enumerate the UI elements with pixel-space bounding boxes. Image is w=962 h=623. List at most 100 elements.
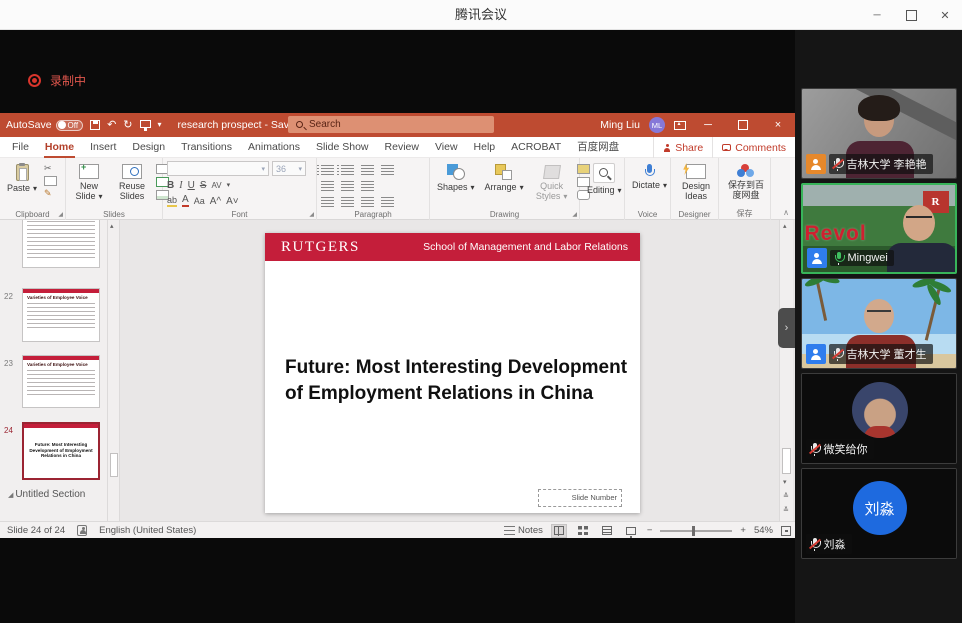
account-name[interactable]: Ming Liu bbox=[600, 119, 640, 131]
section-header[interactable]: Untitled Section bbox=[8, 489, 85, 500]
change-case-button[interactable]: Aa bbox=[194, 196, 205, 206]
underline-button[interactable]: U bbox=[188, 180, 195, 191]
start-slideshow-icon[interactable] bbox=[140, 120, 151, 128]
thumbnail-slide-21[interactable] bbox=[22, 220, 100, 268]
bullets-icon[interactable] bbox=[321, 165, 334, 175]
baidu-save-button[interactable]: 保存到百度网盘 bbox=[723, 161, 769, 208]
participant-tile[interactable]: 吉林大学 李艳艳 bbox=[801, 88, 957, 179]
search-input[interactable]: Search bbox=[288, 116, 494, 133]
ppt-restore-button[interactable] bbox=[730, 113, 756, 137]
indent-more-icon[interactable] bbox=[361, 165, 374, 175]
font-color-button[interactable]: A bbox=[182, 195, 189, 207]
scrollbar-thumb[interactable] bbox=[782, 448, 791, 474]
align-right-icon[interactable] bbox=[361, 197, 374, 207]
font-size-combobox[interactable]: 36▾ bbox=[272, 161, 306, 176]
clipboard-dialog-launcher[interactable]: ◢ bbox=[58, 211, 63, 218]
thumbnail-slide-23[interactable]: Varieties of Employee Voice bbox=[22, 355, 100, 408]
previous-slide-icon[interactable]: ≙ bbox=[783, 492, 789, 500]
shapes-button[interactable]: Shapes bbox=[434, 161, 478, 208]
slide-number-placeholder[interactable]: Slide Number bbox=[538, 489, 622, 507]
scroll-down-icon[interactable]: ▾ bbox=[783, 478, 787, 486]
thumbnail-scrollbar[interactable]: ▴ bbox=[108, 220, 120, 521]
zoom-out-button[interactable]: − bbox=[647, 525, 653, 536]
scroll-up-icon[interactable]: ▴ bbox=[110, 222, 114, 230]
tab-view[interactable]: View bbox=[427, 137, 466, 158]
zoom-level[interactable]: 54% bbox=[754, 525, 773, 536]
slide-title-text[interactable]: Future: Most Interesting Development of … bbox=[285, 355, 630, 406]
collapse-ribbon-icon[interactable]: ∧ bbox=[783, 208, 789, 217]
line-spacing-icon[interactable] bbox=[381, 165, 394, 175]
scrollbar-thumb[interactable] bbox=[110, 453, 118, 477]
font-dialog-launcher[interactable]: ◢ bbox=[309, 211, 314, 218]
participant-tile[interactable]: Revol R Mingwei bbox=[801, 183, 957, 274]
zoom-slider-thumb[interactable] bbox=[692, 526, 695, 536]
grow-font-button[interactable]: A^ bbox=[210, 196, 221, 207]
paste-button[interactable]: Paste bbox=[4, 161, 40, 208]
fit-slide-icon[interactable] bbox=[781, 526, 791, 536]
ribbon-display-options-icon[interactable] bbox=[674, 121, 686, 130]
shrink-font-button[interactable]: A˅ bbox=[226, 196, 239, 207]
copy-icon[interactable] bbox=[44, 176, 57, 186]
tab-design[interactable]: Design bbox=[124, 137, 173, 158]
format-painter-icon[interactable]: ✎ bbox=[44, 189, 57, 198]
font-name-combobox[interactable]: ▾ bbox=[167, 161, 269, 176]
zoom-slider[interactable] bbox=[660, 530, 732, 532]
next-slide-icon[interactable]: ≚ bbox=[783, 506, 789, 514]
cut-icon[interactable]: ✂ bbox=[44, 164, 57, 173]
redo-icon[interactable]: ↻ bbox=[123, 120, 132, 131]
text-highlight-button[interactable]: ab bbox=[167, 196, 177, 207]
editing-button[interactable]: Editing bbox=[584, 161, 625, 208]
reading-view-button[interactable] bbox=[599, 524, 615, 538]
character-spacing-button[interactable]: AV bbox=[211, 181, 221, 190]
bold-button[interactable]: B bbox=[167, 180, 174, 191]
align-left-icon[interactable] bbox=[321, 197, 334, 207]
align-center-icon[interactable] bbox=[341, 197, 354, 207]
scroll-up-icon[interactable]: ▴ bbox=[783, 222, 787, 230]
comments-button[interactable]: Comments bbox=[712, 137, 795, 158]
autosave-toggle[interactable]: AutoSave Off bbox=[6, 119, 83, 131]
minimize-button[interactable] bbox=[860, 0, 894, 30]
editor-scrollbar[interactable]: ▴ ▾ ≙ ≚ bbox=[779, 220, 793, 521]
dictate-button[interactable]: Dictate bbox=[629, 161, 670, 208]
thumbnail-slide-22[interactable]: Varieties of Employee Voice bbox=[22, 288, 100, 342]
numbering-icon[interactable] bbox=[341, 165, 354, 175]
participant-tile[interactable]: 吉林大学 董才生 bbox=[801, 278, 957, 369]
arrange-button[interactable]: Arrange bbox=[482, 161, 527, 208]
tab-slideshow[interactable]: Slide Show bbox=[308, 137, 377, 158]
drawing-dialog-launcher[interactable]: ◢ bbox=[572, 211, 577, 218]
close-button[interactable] bbox=[928, 0, 962, 30]
indent-less-icon[interactable] bbox=[321, 181, 334, 191]
account-avatar[interactable]: ML bbox=[649, 117, 665, 133]
undo-icon[interactable]: ↶ bbox=[107, 120, 116, 131]
spacing-caret[interactable]: ▾ bbox=[227, 181, 231, 189]
tab-acrobat[interactable]: ACROBAT bbox=[503, 137, 569, 158]
tab-home[interactable]: Home bbox=[37, 137, 82, 158]
participant-tile[interactable]: 微笑给你 bbox=[801, 373, 957, 464]
thumbnail-slide-24[interactable]: Future: Most Interesting Development of … bbox=[22, 422, 100, 480]
tab-help[interactable]: Help bbox=[466, 137, 504, 158]
tab-insert[interactable]: Insert bbox=[82, 137, 124, 158]
maximize-button[interactable] bbox=[894, 0, 928, 30]
tab-transitions[interactable]: Transitions bbox=[173, 137, 240, 158]
columns-icon[interactable] bbox=[361, 181, 374, 191]
participant-tile[interactable]: 刘淼 刘淼 bbox=[801, 468, 957, 559]
slide-canvas[interactable]: Rutgers School of Management and Labor R… bbox=[265, 233, 640, 513]
notes-button[interactable]: Notes bbox=[504, 525, 543, 536]
ppt-minimize-button[interactable]: ─ bbox=[695, 113, 721, 137]
quick-styles-button[interactable]: Quick Styles bbox=[531, 161, 573, 208]
justify-icon[interactable] bbox=[381, 197, 394, 207]
slideshow-view-button[interactable] bbox=[623, 524, 639, 538]
tab-baidu-pan[interactable]: 百度网盘 bbox=[569, 137, 627, 158]
normal-view-button[interactable] bbox=[551, 524, 567, 538]
italic-button[interactable]: I bbox=[179, 180, 182, 191]
tab-animations[interactable]: Animations bbox=[240, 137, 308, 158]
design-ideas-button[interactable]: Design Ideas bbox=[675, 161, 717, 208]
language-indicator[interactable]: English (United States) bbox=[99, 525, 196, 536]
new-slide-button[interactable]: New Slide bbox=[70, 161, 108, 208]
slide-sorter-button[interactable] bbox=[575, 524, 591, 538]
share-button[interactable]: Share bbox=[653, 137, 712, 158]
strikethrough-button[interactable]: S bbox=[200, 180, 207, 191]
tab-review[interactable]: Review bbox=[377, 137, 427, 158]
reuse-slides-button[interactable]: Reuse Slides bbox=[112, 161, 152, 208]
save-icon[interactable] bbox=[90, 120, 100, 130]
